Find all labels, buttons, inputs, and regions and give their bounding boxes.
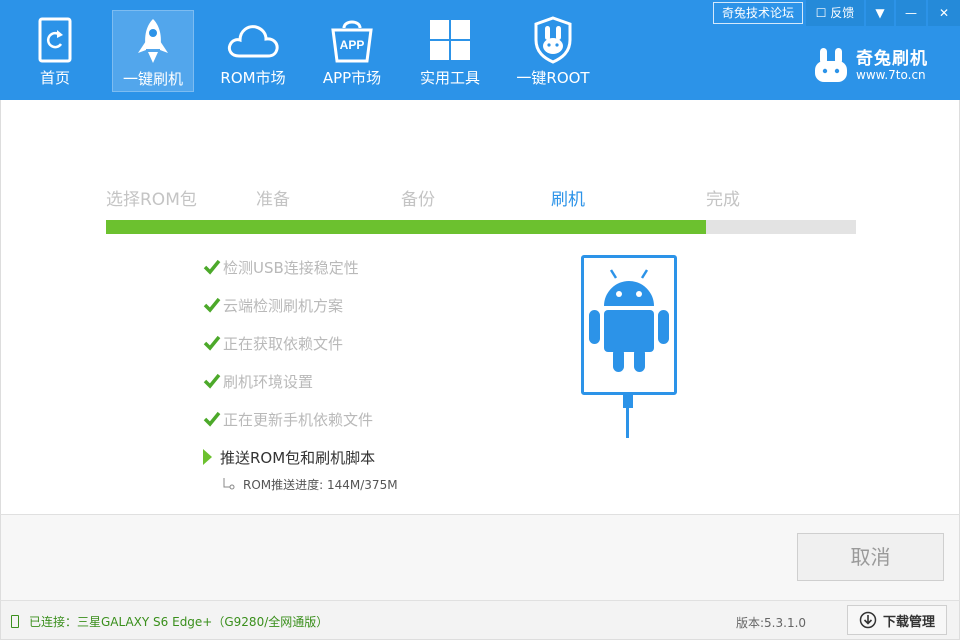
step-select-rom: 选择ROM包 [106,190,197,210]
task-item: 刷机环境设置 [203,370,313,392]
task-item-current: 推送ROM包和刷机脚本 [199,446,375,468]
brand-block: 奇兔刷机 www.7to.cn [812,44,942,88]
usb-cable [626,406,629,438]
download-manager-label: 下载管理 [882,614,935,630]
step-flash: 刷机 [551,190,585,210]
feedback-label: 反馈 [830,6,855,20]
nav-utility-tools-label: 实用工具 [419,69,480,87]
phone-icon [11,615,19,628]
home-refresh-icon [27,16,83,64]
flash-progress-panel: 选择ROM包 准备 备份 刷机 完成 检测USB连接稳定性 云端检测刷机方案 正… [0,100,960,514]
check-icon [203,411,221,427]
nav-one-click-flash[interactable]: 一键刷机 [112,10,194,92]
check-icon [203,335,221,351]
nav-one-click-root-label: 一键ROOT [516,69,590,87]
close-icon: ✕ [938,6,950,20]
action-bar: 取消 [0,514,960,600]
brand-url: www.7to.cn [856,68,926,82]
nav-rom-market[interactable]: ROM市场 [212,10,294,92]
shield-bunny-icon [525,16,581,64]
connection-status: 已连接：三星GALAXY S6 Edge+（G9280/全网通版） [11,613,328,630]
header-bar: 首页 一键刷机 ROM市场 APP APP市场 实用工具 一键ROOT 奇兔技术… [0,0,960,100]
feedback-button[interactable]: ☐ 反馈 [806,0,864,26]
bunny-logo-icon [815,48,847,82]
rom-push-progress-label: ROM推送进度: 144M/375M [243,478,398,492]
task-item: 检测USB连接稳定性 [203,256,359,278]
task-item: 正在更新手机依赖文件 [203,408,373,430]
minimize-icon: — [905,6,917,20]
rocket-icon [125,17,181,65]
check-icon [203,297,221,313]
nav-home-label: 首页 [39,69,70,87]
cancel-button[interactable]: 取消 [797,533,944,581]
task-label: 正在获取依赖文件 [223,334,344,353]
task-label: 云端检测刷机方案 [223,296,344,315]
task-label: 检测USB连接稳定性 [223,258,359,277]
windows-grid-icon [422,16,478,64]
app-bag-icon: APP [324,16,380,64]
task-item: 正在获取依赖文件 [203,332,343,354]
cloud-icon [225,16,281,64]
chevron-down-icon: ▼ [875,6,885,20]
task-label: 正在更新手机依赖文件 [223,410,374,429]
step-prepare: 准备 [256,190,290,210]
step-complete: 完成 [706,190,740,210]
brand-name: 奇兔刷机 [856,49,928,69]
app-bag-badge: APP [340,38,365,52]
check-icon [203,259,221,275]
tree-branch-icon [223,477,235,489]
rom-push-progress: ROM推送进度: 144M/375M [221,476,398,493]
connection-label: 已连接：三星GALAXY S6 Edge+（G9280/全网通版） [29,615,329,629]
android-robot-icon [589,269,669,372]
nav-app-market[interactable]: APP APP市场 [311,10,393,92]
close-button[interactable]: ✕ [928,0,960,26]
task-label: 推送ROM包和刷机脚本 [220,448,376,467]
nav-app-market-label: APP市场 [322,69,382,87]
nav-one-click-root[interactable]: 一键ROOT [512,10,594,92]
flash-progress-bar [106,220,856,234]
download-manager-button[interactable]: 下载管理 [847,605,947,635]
minimize-button[interactable]: — [896,0,926,26]
phone-illustration [581,255,677,395]
flash-progress-fill [106,220,706,234]
download-icon [859,611,877,629]
play-arrow-icon [203,449,212,465]
version-label: 版本:5.3.1.0 [736,616,807,630]
task-label: 刷机环境设置 [223,372,314,391]
forum-link[interactable]: 奇兔技术论坛 [712,2,803,24]
nav-utility-tools[interactable]: 实用工具 [409,10,491,92]
nav-home[interactable]: 首页 [14,10,96,92]
step-backup: 备份 [401,190,435,210]
status-bar: 已连接：三星GALAXY S6 Edge+（G9280/全网通版） 版本:5.3… [0,600,960,640]
feedback-icon: ☐ [815,6,827,20]
task-item: 云端检测刷机方案 [203,294,343,316]
menu-dropdown-button[interactable]: ▼ [866,0,894,26]
check-icon [203,373,221,389]
nav-one-click-flash-label: 一键刷机 [122,70,183,88]
nav-rom-market-label: ROM市场 [220,69,286,87]
